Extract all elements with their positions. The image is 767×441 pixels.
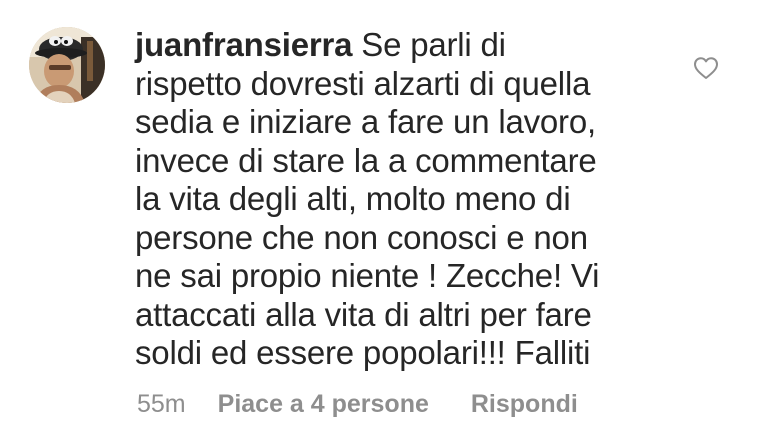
comment-body: juanfransierra Se parli di rispetto dovr… [135,26,665,373]
comment-likes-link[interactable]: Piace a 4 persone [218,390,429,419]
comment: juanfransierra Se parli di rispetto dovr… [0,0,767,441]
comment-username[interactable]: juanfransierra [135,26,352,63]
avatar[interactable] [29,27,105,103]
comment-timestamp: 55m [137,389,186,418]
comment-text: Se parli di rispetto dovresti alzarti di… [135,26,600,371]
heart-outline-icon[interactable] [693,56,719,80]
comment-meta: 55m Piace a 4 persone Rispondi [137,388,578,420]
avatar-photo [29,27,105,103]
reply-button[interactable]: Rispondi [471,390,578,419]
